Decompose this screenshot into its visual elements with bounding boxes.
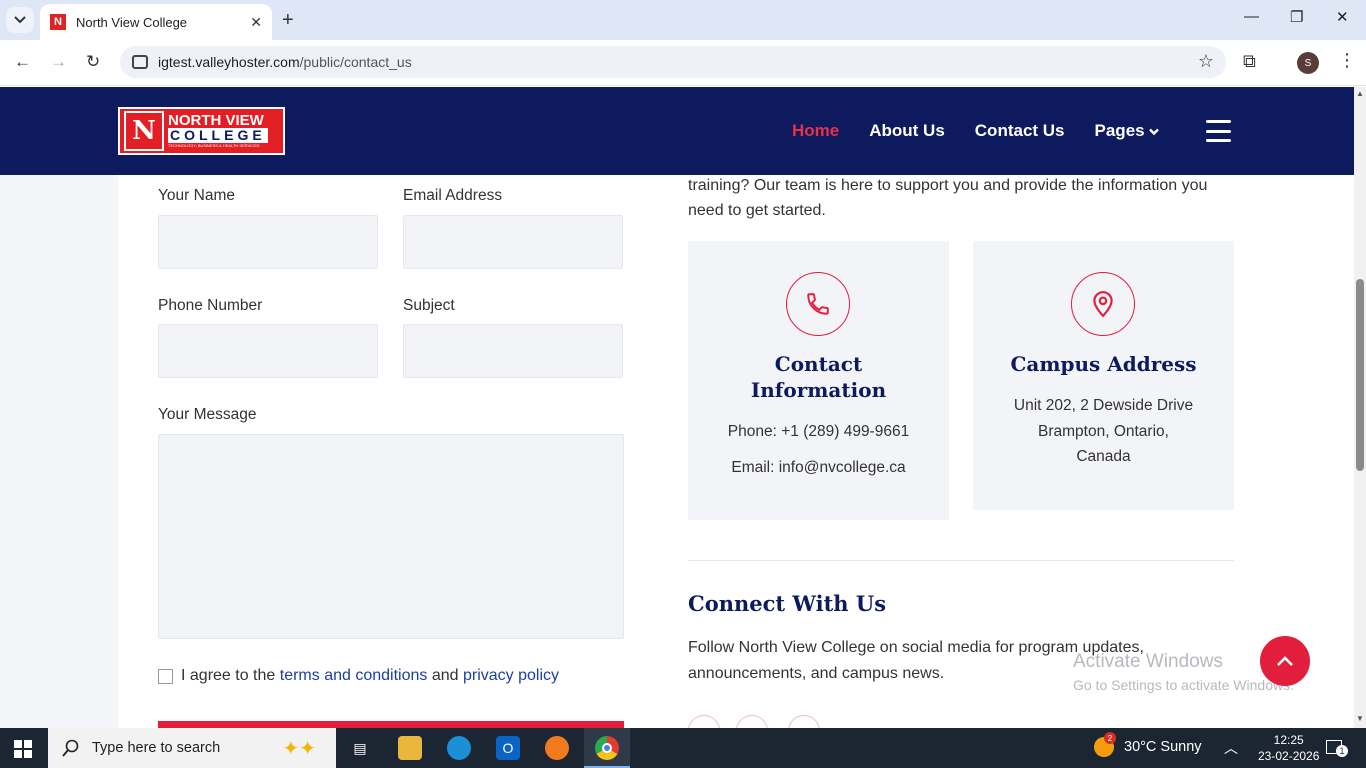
url-text: igtest.valleyhoster.com/public/contact_u… xyxy=(158,54,412,70)
notification-icon[interactable]: 1 xyxy=(1326,740,1348,757)
address-line3: Canada xyxy=(1076,448,1131,465)
logo-line2: COLLEGE xyxy=(168,127,268,143)
contact-info-title: Contact Information xyxy=(750,352,887,402)
sun-icon: 2 xyxy=(1094,732,1116,757)
phone-input[interactable] xyxy=(158,324,378,378)
address-line1: Unit 202, 2 Dewside Drive xyxy=(1013,397,1194,414)
chrome-taskbar-button[interactable] xyxy=(584,728,630,768)
firefox-icon[interactable] xyxy=(545,736,569,760)
chevron-up-icon xyxy=(1277,656,1293,666)
back-button[interactable]: ← xyxy=(14,52,31,72)
email-input[interactable] xyxy=(403,215,623,269)
phone-icon xyxy=(786,272,850,336)
intro-text: training? Our team is here to support yo… xyxy=(688,177,1208,219)
clock[interactable]: 12:25 23-02-2026 xyxy=(1258,732,1319,764)
browser-menu-icon[interactable]: ⋮ xyxy=(1338,50,1356,71)
logo-mark-icon: N xyxy=(124,111,164,151)
page-scrollbar[interactable]: ▲ ▼ xyxy=(1354,87,1366,728)
site-favicon-icon: N xyxy=(50,14,66,30)
file-explorer-icon[interactable] xyxy=(398,736,422,760)
agree-checkbox[interactable] xyxy=(158,668,173,684)
scroll-to-top-button[interactable] xyxy=(1260,636,1310,686)
browser-tab-bar: N North View College ✕ + — ❐ ✕ xyxy=(0,0,1366,40)
chevron-down-icon xyxy=(1149,128,1160,136)
site-header: N NORTH VIEW COLLEGE TECHNOLOGY, BUSINES… xyxy=(0,87,1354,175)
nav-contact-us[interactable]: Contact Us xyxy=(975,121,1065,141)
name-input[interactable] xyxy=(158,215,378,269)
scrollbar-thumb[interactable] xyxy=(1356,279,1364,471)
phone-label: Phone Number xyxy=(158,297,263,314)
nav-pages[interactable]: Pages xyxy=(1095,121,1160,141)
sparkle-icon: ✦✦ xyxy=(282,737,316,760)
location-pin-icon xyxy=(1071,272,1135,336)
weather-widget[interactable]: 2 30°C Sunny xyxy=(1094,732,1202,757)
page-content: Your Name Email Address Phone Number Sub… xyxy=(0,175,1354,728)
restore-button[interactable]: ❐ xyxy=(1290,8,1303,26)
tab-title: North View College xyxy=(76,14,188,30)
chrome-icon xyxy=(595,736,619,760)
bookmark-star-icon[interactable]: ☆ xyxy=(1198,51,1214,72)
phone-text: Phone: +1 (289) 499-9661 xyxy=(727,423,910,440)
address-bar[interactable]: igtest.valleyhoster.com/public/contact_u… xyxy=(120,46,1226,78)
search-icon xyxy=(62,739,79,757)
campus-address-title: Campus Address xyxy=(1010,352,1197,376)
outlook-icon[interactable]: O xyxy=(496,736,520,760)
terms-link[interactable]: terms and conditions xyxy=(280,667,428,685)
submit-button[interactable] xyxy=(158,721,624,728)
subject-input[interactable] xyxy=(403,324,623,378)
subject-label: Subject xyxy=(403,297,455,314)
campus-address-card: Campus Address Unit 202, 2 Dewside Drive… xyxy=(973,241,1234,510)
new-tab-button[interactable]: + xyxy=(282,9,294,32)
minimize-button[interactable]: — xyxy=(1244,8,1259,25)
extensions-icon[interactable]: ⧉ xyxy=(1243,51,1256,72)
contact-form: Your Name Email Address Phone Number Sub… xyxy=(118,175,664,728)
connect-title: Connect With Us xyxy=(688,591,887,616)
agree-row: I agree to the terms and conditions and … xyxy=(158,667,559,685)
hamburger-menu-icon[interactable] xyxy=(1206,120,1231,142)
name-label: Your Name xyxy=(158,187,235,204)
tray-chevron-up-icon[interactable]: ︿ xyxy=(1224,738,1238,758)
instagram-icon[interactable] xyxy=(788,715,820,728)
contact-info-column: training? Our team is here to support yo… xyxy=(664,175,1354,728)
browser-toolbar: ← → ↻ igtest.valleyhoster.com/public/con… xyxy=(0,40,1366,86)
reload-button[interactable]: ↻ xyxy=(86,52,100,72)
taskbar-search[interactable]: Type here to search ✦✦ xyxy=(48,728,336,768)
profile-avatar[interactable]: S xyxy=(1297,52,1319,74)
browser-tab[interactable]: N North View College ✕ xyxy=(40,4,272,40)
close-tab-icon[interactable]: ✕ xyxy=(250,14,262,31)
email-label: Email Address xyxy=(403,187,503,204)
logo-tagline: TECHNOLOGY, BUSINESS & HEALTH SERVICES xyxy=(168,143,260,148)
site-info-icon[interactable] xyxy=(132,55,148,69)
forward-button[interactable]: → xyxy=(50,52,67,72)
main-nav: Home About Us Contact Us Pages xyxy=(792,121,1160,141)
nav-about-us[interactable]: About Us xyxy=(869,121,945,141)
edge-icon[interactable] xyxy=(447,736,471,760)
divider xyxy=(688,560,1234,561)
nav-home[interactable]: Home xyxy=(792,121,839,141)
windows-start-icon[interactable] xyxy=(14,740,32,758)
windows-taskbar: Type here to search ✦✦ ▤ O 2 30°C Sunny … xyxy=(0,728,1366,768)
linkedin-icon[interactable] xyxy=(736,715,768,728)
facebook-icon[interactable] xyxy=(688,715,720,728)
chevron-down-icon xyxy=(14,16,26,24)
message-textarea[interactable] xyxy=(158,434,624,639)
tab-search-button[interactable] xyxy=(6,7,34,33)
email-text: Email: info@nvcollege.ca xyxy=(731,459,906,476)
contact-info-card: Contact Information Phone: +1 (289) 499-… xyxy=(688,241,949,520)
address-line2: Brampton, Ontario, xyxy=(1038,423,1169,440)
college-logo[interactable]: N NORTH VIEW COLLEGE TECHNOLOGY, BUSINES… xyxy=(118,107,285,155)
logo-line1: NORTH VIEW xyxy=(168,112,264,129)
task-view-icon[interactable]: ▤ xyxy=(348,736,372,760)
privacy-link[interactable]: privacy policy xyxy=(463,667,559,685)
close-window-button[interactable]: ✕ xyxy=(1336,8,1349,26)
message-label: Your Message xyxy=(158,406,257,423)
